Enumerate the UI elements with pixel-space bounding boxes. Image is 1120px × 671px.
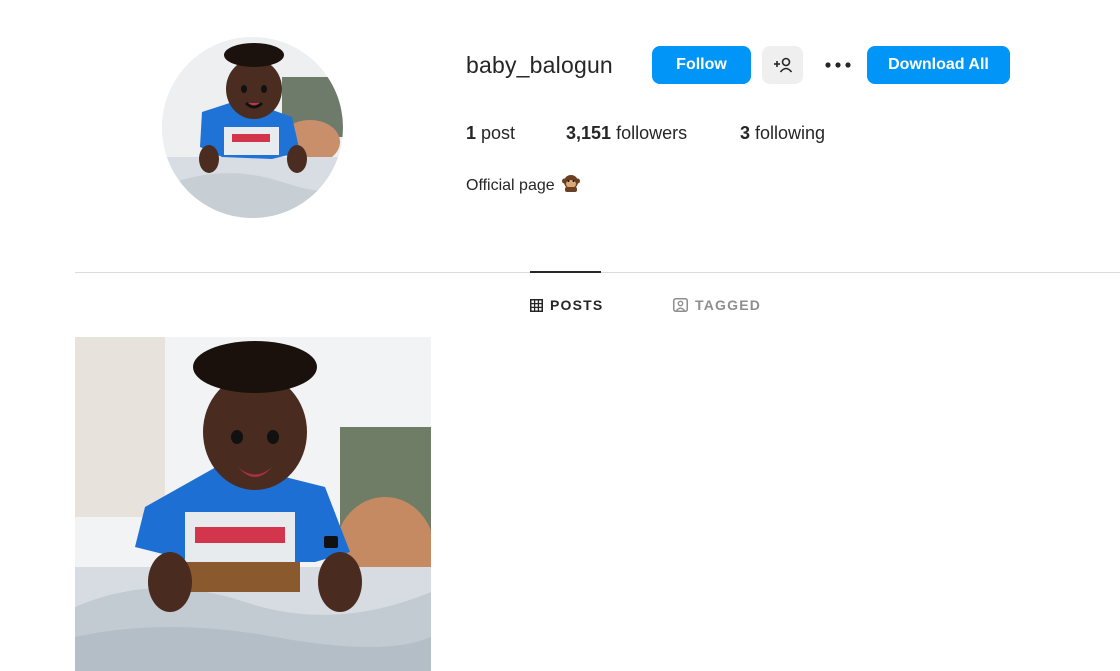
profile-username: baby_balogun	[466, 52, 613, 78]
bio-text: Official page	[466, 176, 555, 194]
post-photo	[75, 337, 431, 671]
following-link[interactable]: 3 following	[740, 123, 825, 144]
followers-link[interactable]: 3,151 followers	[566, 123, 687, 144]
download-all-button[interactable]: Download All	[867, 46, 1010, 84]
follow-button[interactable]: Follow	[652, 46, 751, 84]
profile-bio: Official page	[466, 173, 581, 198]
profile-page: baby_balogun Follow Download All 1 post …	[0, 0, 1120, 671]
more-horizontal-icon	[825, 62, 851, 68]
tagged-icon	[673, 298, 688, 312]
following-label: following	[755, 123, 826, 143]
post-thumbnail[interactable]	[75, 337, 431, 671]
active-tab-indicator	[530, 271, 601, 273]
more-options-button[interactable]	[822, 52, 854, 78]
tab-posts[interactable]: POSTS	[530, 296, 603, 314]
tab-tagged[interactable]: TAGGED	[673, 296, 761, 314]
monkey-emoji-icon	[561, 173, 581, 198]
posts-label: post	[481, 123, 516, 143]
posts-stat: 1 post	[466, 123, 515, 144]
tab-posts-label: POSTS	[550, 297, 604, 313]
tab-tagged-label: TAGGED	[695, 297, 762, 313]
add-person-icon	[773, 57, 792, 73]
suggested-accounts-button[interactable]	[762, 46, 803, 84]
following-count: 3	[740, 123, 751, 143]
avatar-photo	[162, 37, 343, 218]
profile-avatar[interactable]	[162, 37, 343, 218]
grid-icon	[530, 298, 543, 312]
followers-label: followers	[616, 123, 688, 143]
posts-count: 1	[466, 123, 477, 143]
followers-count: 3,151	[566, 123, 612, 143]
